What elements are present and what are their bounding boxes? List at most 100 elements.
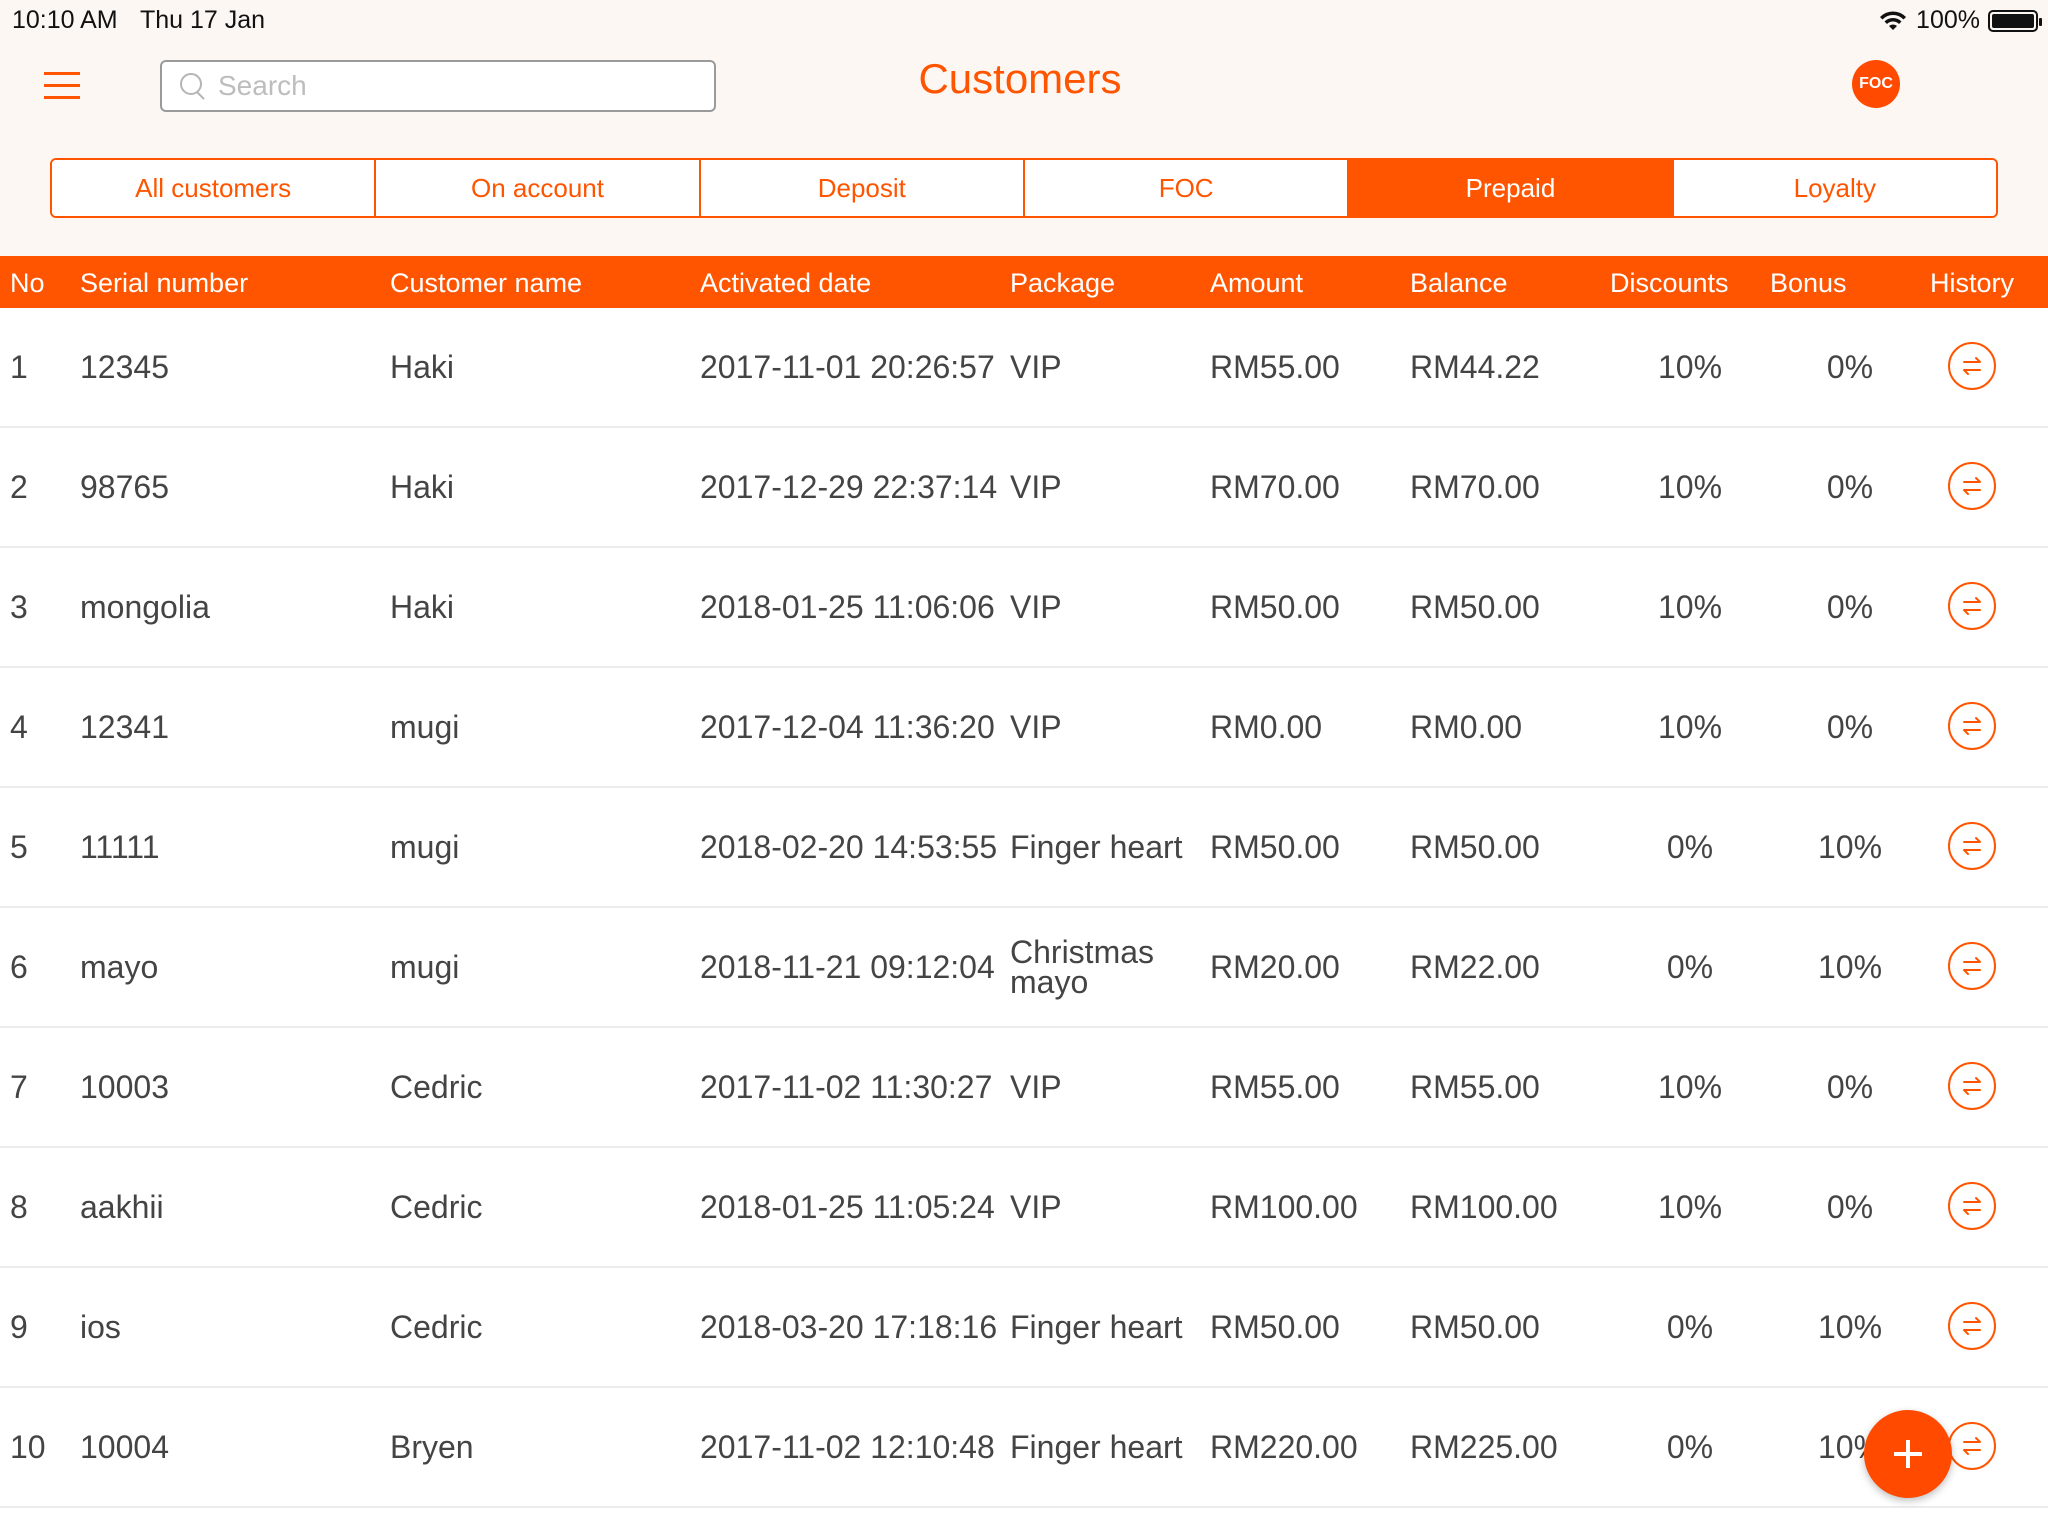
cell-discounts: 0%: [1666, 1308, 1714, 1345]
table-row[interactable]: 10 10004 Bryen 2017-11-02 12:10:48 Finger he…: [0, 1388, 2048, 1508]
cell-no: 8: [10, 1188, 28, 1225]
cell-customer: Cedric: [390, 1068, 483, 1105]
cell-customer: Cedric: [390, 1308, 483, 1345]
tab-prepaid[interactable]: Prepaid: [1349, 160, 1674, 216]
search-input[interactable]: [218, 70, 714, 102]
cell-balance: RM70.00: [1410, 468, 1540, 505]
cell-package: VIP: [1010, 588, 1062, 625]
cell-bonus: 0%: [1826, 708, 1874, 745]
cell-bonus: 10%: [1817, 1308, 1883, 1345]
tab-loyalty[interactable]: Loyalty: [1673, 160, 1996, 216]
plus-icon: [1894, 1440, 1922, 1468]
cell-serial: 12345: [80, 348, 169, 385]
cell-balance: RM50.00: [1410, 588, 1540, 625]
cell-balance: RM44.22: [1410, 348, 1540, 385]
cell-amount: RM220.00: [1210, 1428, 1358, 1465]
cell-serial: 10004: [80, 1428, 169, 1465]
add-button[interactable]: [1864, 1410, 1952, 1498]
cell-amount: RM100.00: [1210, 1188, 1358, 1225]
cell-no: 6: [10, 948, 28, 985]
status-time: 10:10 AM: [12, 6, 118, 34]
cell-serial: mayo: [80, 948, 159, 985]
cell-balance: RM0.00: [1410, 708, 1523, 745]
battery-icon: [1988, 9, 2042, 32]
hamburger-menu-icon[interactable]: [44, 70, 84, 102]
column-header-no: No: [10, 268, 45, 298]
cell-package: Finger heart: [1010, 828, 1183, 865]
table-row[interactable]: 9 ios Cedric 2018-03-20 17:18:16 Finger hear…: [0, 1268, 2048, 1388]
cell-package: VIP: [1010, 1188, 1062, 1225]
cell-activated: 2017-12-29 22:37:14: [700, 468, 998, 505]
menu-line: [44, 72, 80, 75]
battery-percent: 100%: [1916, 6, 1980, 34]
cell-activated: 2017-11-01 20:26:57: [700, 348, 995, 385]
cell-bonus: 0%: [1826, 348, 1874, 385]
cell-package: VIP: [1010, 348, 1062, 385]
battery-fill: [1992, 13, 2034, 28]
cell-activated: 2018-11-21 09:12:04: [700, 948, 995, 985]
tab-foc[interactable]: FOC: [1024, 160, 1350, 216]
cell-bonus: 0%: [1826, 588, 1874, 625]
cell-package: Finger heart: [1010, 1428, 1183, 1465]
cell-customer: Bryen: [390, 1428, 474, 1465]
history-swap-icon[interactable]: [1948, 1182, 1996, 1230]
cell-no: 7: [10, 1068, 28, 1105]
cell-serial: 10003: [80, 1068, 169, 1105]
column-header-amount: Amount: [1210, 268, 1304, 298]
history-swap-icon[interactable]: [1948, 822, 1996, 870]
search-box[interactable]: [160, 60, 716, 112]
status-right: 100%: [1878, 6, 2042, 35]
history-swap-icon[interactable]: [1948, 942, 1996, 990]
cell-customer: Haki: [390, 348, 455, 385]
cell-balance: RM50.00: [1410, 1308, 1540, 1345]
history-swap-icon[interactable]: [1948, 1422, 1996, 1470]
table-row[interactable]: 8 aakhii Cedric 2018-01-25 11:05:24 VIP RM100…: [0, 1148, 2048, 1268]
foc-badge[interactable]: FOC: [1852, 60, 1900, 108]
history-swap-icon[interactable]: [1948, 1302, 1996, 1350]
cell-serial: 98765: [80, 468, 169, 505]
cell-discounts: 0%: [1666, 948, 1714, 985]
column-header-discounts: Discounts: [1610, 268, 1729, 298]
history-swap-icon[interactable]: [1948, 1062, 1996, 1110]
cell-activated: 2018-01-25 11:06:06: [700, 588, 995, 625]
cell-discounts: 0%: [1666, 828, 1714, 865]
tab-deposit[interactable]: Deposit: [700, 160, 1025, 216]
cell-bonus: 10%: [1817, 828, 1883, 865]
cell-amount: RM50.00: [1210, 1308, 1340, 1345]
cell-customer: Haki: [390, 468, 455, 505]
table-row[interactable]: 4 12341 mugi 2017-12-04 11:36:20 VIP RM0.00 RM…: [0, 668, 2048, 788]
table-row[interactable]: 5 11111 mugi 2018-02-20 14:53:55 Finger hear…: [0, 788, 2048, 908]
table-row[interactable]: 6 mayo mugi 2018-11-21 09:12:04 Christmas ma…: [0, 908, 2048, 1028]
cell-activated: 2018-02-20 14:53:55: [700, 828, 998, 865]
cell-amount: RM55.00: [1210, 348, 1340, 385]
search-icon: [178, 71, 208, 101]
cell-discounts: 10%: [1657, 1068, 1723, 1105]
column-header-serial: Serial number: [80, 268, 249, 298]
history-swap-icon[interactable]: [1948, 702, 1996, 750]
cell-package: Finger heart: [1010, 1308, 1183, 1345]
menu-line: [44, 96, 80, 99]
cell-activated: 2017-11-02 12:10:48: [700, 1428, 995, 1465]
cell-balance: RM100.00: [1410, 1188, 1558, 1225]
cell-amount: RM20.00: [1210, 948, 1340, 985]
table-row[interactable]: 1 12345 Haki 2017-11-01 20:26:57 VIP RM55.00 R…: [0, 308, 2048, 428]
table-row[interactable]: 2 98765 Haki 2017-12-29 22:37:14 VIP RM70.00 R…: [0, 428, 2048, 548]
history-swap-icon[interactable]: [1948, 342, 1996, 390]
cell-discounts: 10%: [1657, 1188, 1723, 1225]
cell-balance: RM22.00: [1410, 948, 1540, 985]
tab-on-account[interactable]: On account: [376, 160, 701, 216]
cell-balance: RM55.00: [1410, 1068, 1540, 1105]
tab-all-customers[interactable]: All customers: [52, 160, 377, 216]
cell-serial: 11111: [80, 828, 160, 865]
cell-amount: RM70.00: [1210, 468, 1340, 505]
customer-table-body: 1 12345 Haki 2017-11-01 20:26:57 VIP RM55.00 R…: [0, 308, 2048, 1508]
status-bar: 10:10 AM Thu 17 Jan 100%: [0, 0, 2048, 40]
cell-amount: RM50.00: [1210, 828, 1340, 865]
history-swap-icon[interactable]: [1948, 582, 1996, 630]
history-swap-icon[interactable]: [1948, 462, 1996, 510]
table-row[interactable]: 7 10003 Cedric 2017-11-02 11:30:27 VIP RM55.0…: [0, 1028, 2048, 1148]
cell-balance: RM225.00: [1410, 1428, 1558, 1465]
cell-discounts: 10%: [1657, 468, 1723, 505]
cell-activated: 2017-12-04 11:36:20: [700, 708, 995, 745]
table-row[interactable]: 3 mongolia Haki 2018-01-25 11:06:06 VIP RM50.…: [0, 548, 2048, 668]
